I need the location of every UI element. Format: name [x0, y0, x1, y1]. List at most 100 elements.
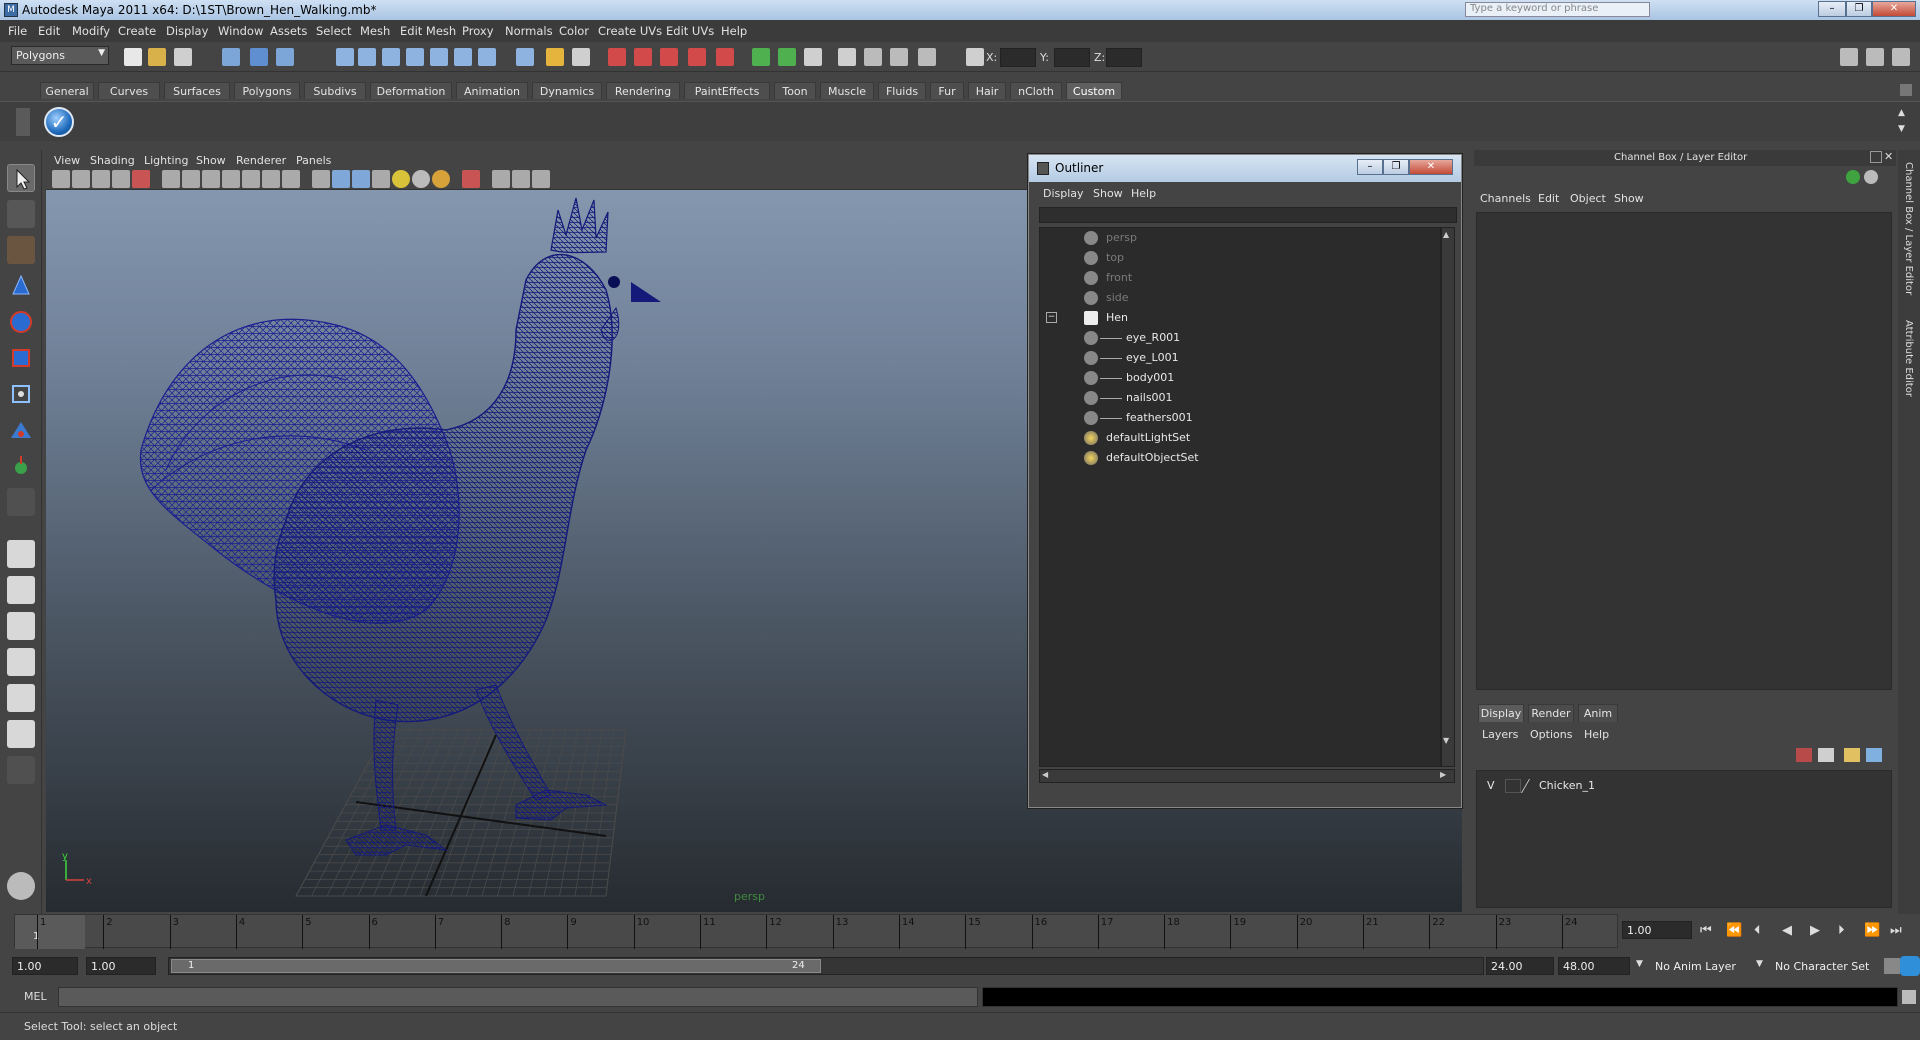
chevron-down-icon[interactable]: ▼ — [1756, 959, 1763, 969]
playback-range-slider[interactable]: 1 24 — [168, 957, 1484, 975]
graph-editor-icon[interactable] — [864, 48, 882, 66]
channel-menu-edit[interactable]: Edit — [1538, 192, 1559, 205]
safe-action-icon[interactable] — [262, 170, 280, 188]
menu-modify[interactable]: Modify — [72, 24, 110, 38]
snap-point-icon[interactable] — [382, 48, 400, 66]
snap-bounds-icon[interactable] — [478, 48, 496, 66]
viewport-menu-view[interactable]: View — [54, 154, 80, 167]
chevron-down-icon[interactable]: ▼ — [1636, 959, 1643, 969]
lock-icon[interactable] — [546, 48, 564, 66]
maximize-button[interactable]: ❐ — [1846, 1, 1872, 17]
outliner-item-feathers001[interactable]: feathers001 — [1040, 408, 1430, 428]
outliner-maximize-button[interactable]: ❐ — [1383, 159, 1409, 175]
shelf-tab-curves[interactable]: Curves — [98, 82, 160, 99]
channel-box-toggle-icon[interactable] — [1892, 48, 1910, 66]
wireframe-on-shaded-icon[interactable] — [352, 170, 370, 188]
shelf-tab-deformation[interactable]: Deformation — [370, 82, 452, 99]
outliner-item-body001[interactable]: body001 — [1040, 368, 1430, 388]
toggle-tool-settings-icon[interactable] — [778, 48, 796, 66]
playback-start-field[interactable]: 1.00 — [86, 957, 156, 975]
menu-assets[interactable]: Assets — [270, 24, 307, 38]
hypershade-icon[interactable] — [716, 48, 734, 66]
shelf-tab-rendering[interactable]: Rendering — [606, 82, 680, 99]
layer-tab-anim[interactable]: Anim — [1578, 704, 1618, 722]
outliner-item-defaultlightset[interactable]: defaultLightSet — [1040, 428, 1430, 448]
bookmark-icon[interactable] — [92, 170, 110, 188]
outliner-item-side[interactable]: side — [1040, 288, 1430, 308]
layout-options-icon[interactable] — [7, 756, 35, 784]
lasso-tool-icon[interactable] — [7, 200, 35, 228]
outliner-vertical-scrollbar[interactable]: ▲ ▼ — [1441, 227, 1455, 767]
animation-start-field[interactable]: 1.00 — [12, 957, 78, 975]
snap-curve-icon[interactable] — [358, 48, 376, 66]
menu-help[interactable]: Help — [721, 24, 747, 38]
layer-name[interactable]: Chicken_1 — [1539, 779, 1595, 792]
outliner-item-front[interactable]: front — [1040, 268, 1430, 288]
attribute-editor-side-tab[interactable]: Attribute Editor — [1903, 320, 1914, 397]
step-back-frame-button[interactable]: ⏪ — [1726, 923, 1742, 938]
viewport-menu-panels[interactable]: Panels — [296, 154, 331, 167]
textured-icon[interactable] — [372, 170, 390, 188]
play-backwards-button[interactable]: ◀ — [1782, 923, 1792, 938]
all-lights-icon[interactable] — [412, 170, 430, 188]
collapse-toggle-icon[interactable]: − — [1046, 312, 1057, 323]
outliner-item-eye-r001[interactable]: eye_R001 — [1040, 328, 1430, 348]
close-button[interactable]: ✕ — [1872, 1, 1916, 17]
new-empty-layer-icon[interactable] — [1818, 748, 1834, 762]
show-manipulator-icon[interactable] — [7, 452, 35, 480]
select-hierarchy-icon[interactable] — [222, 48, 240, 66]
new-layer-from-selected-icon[interactable] — [1796, 748, 1812, 762]
menu-create-uvs[interactable]: Create UVs — [598, 24, 662, 38]
scroll-up-icon[interactable]: ▲ — [1443, 230, 1449, 239]
menu-normals[interactable]: Normals — [505, 24, 553, 38]
outliner-item-nails001[interactable]: nails001 — [1040, 388, 1430, 408]
render-frame-icon[interactable] — [634, 48, 652, 66]
layout-toggle-icon[interactable] — [1840, 48, 1858, 66]
outliner-title-bar[interactable]: Outliner – ❐ ✕ — [1029, 155, 1461, 182]
outliner-filter-input[interactable] — [1039, 207, 1457, 223]
script-editor-icon[interactable] — [1902, 990, 1916, 1004]
save-scene-icon[interactable] — [174, 48, 192, 66]
soft-modification-icon[interactable] — [7, 416, 35, 444]
play-forwards-button[interactable]: ▶ — [1810, 923, 1820, 938]
shelf-tab-toon[interactable]: Toon — [774, 82, 816, 99]
menu-file[interactable]: File — [8, 24, 27, 38]
camera-attributes-icon[interactable] — [72, 170, 90, 188]
viewport-menu-renderer[interactable]: Renderer — [236, 154, 286, 167]
go-to-end-button[interactable]: ⏭ — [1890, 923, 1902, 938]
shelf-tab-subdivs[interactable]: Subdivs — [304, 82, 366, 99]
outliner-close-button[interactable]: ✕ — [1409, 159, 1453, 175]
move-tool-icon[interactable] — [7, 272, 35, 300]
menu-edit-mesh[interactable]: Edit Mesh — [400, 24, 456, 38]
outliner-persp-layout-icon[interactable] — [7, 612, 35, 640]
select-camera-icon[interactable] — [52, 170, 70, 188]
film-gate-icon[interactable] — [182, 170, 200, 188]
menu-color[interactable]: Color — [559, 24, 589, 38]
help-search-input[interactable]: Type a keyword or phrase — [1465, 2, 1650, 17]
layer-tab-render[interactable]: Render — [1528, 704, 1574, 722]
scale-tool-icon[interactable] — [7, 344, 35, 372]
shelf-scroll-down-icon[interactable]: ▼ — [1898, 124, 1905, 134]
current-frame-marker[interactable]: 1 — [15, 915, 85, 949]
tool-settings-icon[interactable] — [1866, 48, 1884, 66]
new-scene-icon[interactable] — [124, 48, 142, 66]
layer-menu-help[interactable]: Help — [1584, 728, 1609, 741]
scroll-down-icon[interactable]: ▼ — [1443, 736, 1449, 745]
menu-proxy[interactable]: Proxy — [462, 24, 494, 38]
xray-icon[interactable] — [492, 170, 510, 188]
menu-mesh[interactable]: Mesh — [360, 24, 390, 38]
backface-culling-icon[interactable] — [532, 170, 550, 188]
shelf-tab-animation[interactable]: Animation — [456, 82, 528, 99]
shelf-tab-fluids[interactable]: Fluids — [878, 82, 926, 99]
layer-move-up-icon[interactable] — [1844, 748, 1860, 762]
layer-menu-layers[interactable]: Layers — [1482, 728, 1518, 741]
scroll-right-icon[interactable]: ▶ — [1440, 770, 1446, 779]
hypershade-layout-icon[interactable] — [7, 684, 35, 712]
shelf-tab-ncloth[interactable]: nCloth — [1010, 82, 1062, 99]
layer-list[interactable]: V Chicken_1 — [1476, 770, 1892, 908]
shelf-tab-custom[interactable]: Custom — [1066, 82, 1122, 99]
outliner-item-hen[interactable]: − Hen — [1040, 308, 1430, 328]
menu-edit-uvs[interactable]: Edit UVs — [666, 24, 714, 38]
step-back-key-button[interactable]: ⏴ — [1754, 923, 1761, 938]
universal-manipulator-icon[interactable] — [7, 380, 35, 408]
